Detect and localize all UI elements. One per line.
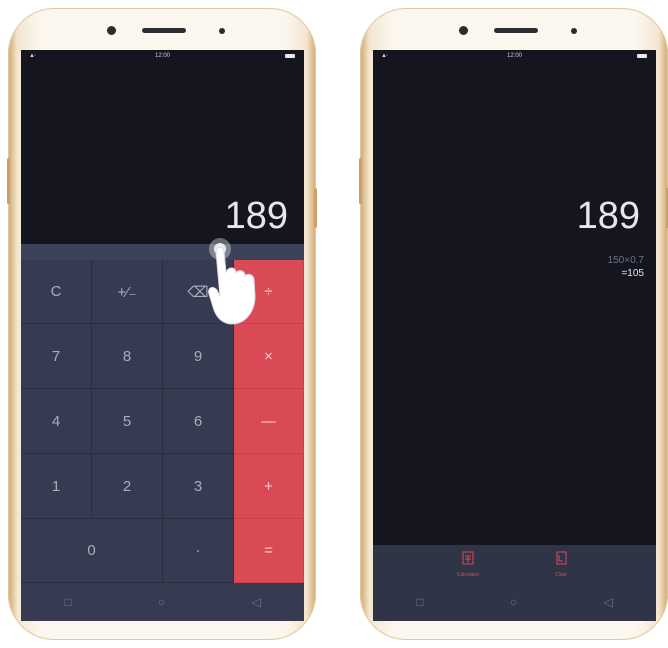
- plus-button[interactable]: +: [234, 454, 304, 519]
- earpiece-speaker: [142, 28, 186, 33]
- key-3[interactable]: 3: [163, 454, 234, 519]
- battery-icon: [285, 54, 295, 58]
- status-bar: ▲◦ 12:00: [21, 50, 304, 62]
- status-time: 12:00: [154, 53, 170, 59]
- key-2[interactable]: 2: [92, 454, 163, 519]
- plus-minus-button[interactable]: +⁄₋: [92, 260, 163, 324]
- front-camera: [107, 26, 116, 35]
- top-bezel: [360, 8, 668, 50]
- calculator-action-label: Calculator: [456, 572, 480, 578]
- volume-button: [7, 158, 10, 204]
- history-toolbar: Calculator Clear □ ○ ◁: [373, 545, 656, 621]
- back-icon[interactable]: ◁: [252, 595, 261, 609]
- volume-button: [359, 158, 362, 204]
- calculator-action[interactable]: Calculator: [443, 551, 493, 578]
- decimal-point-button[interactable]: ·: [163, 519, 234, 583]
- right-phone: ▲◦ 12:00 189 150×0.7 =105 Calculator Cle…: [359, 8, 668, 640]
- clear-button[interactable]: C: [21, 260, 92, 324]
- key-8[interactable]: 8: [92, 324, 163, 389]
- calculator-display: 189: [576, 195, 640, 237]
- multiply-button[interactable]: ×: [234, 324, 304, 389]
- calculator-display: 189: [224, 195, 288, 237]
- recent-apps-icon[interactable]: □: [416, 595, 423, 609]
- back-icon[interactable]: ◁: [604, 595, 613, 609]
- home-icon[interactable]: ○: [510, 595, 517, 609]
- clear-history-action[interactable]: Clear: [536, 551, 586, 578]
- battery-icon: [637, 54, 647, 58]
- key-5[interactable]: 5: [92, 389, 163, 454]
- key-6[interactable]: 6: [163, 389, 234, 454]
- tap-gesture-hand-icon: [208, 238, 256, 325]
- history-expression: 150×0.7: [607, 255, 644, 266]
- left-screen: ▲◦ 12:00 189 C +⁄₋ ⌫ ÷ 7 8 9 × 4 5 6 — 1…: [21, 50, 304, 621]
- calculator-icon: [462, 551, 474, 565]
- history-result: =105: [621, 268, 644, 279]
- clear-icon: [556, 551, 567, 565]
- equals-button[interactable]: =: [234, 519, 304, 583]
- home-icon[interactable]: ○: [158, 595, 165, 609]
- navigation-bar: □ ○ ◁: [21, 583, 304, 621]
- left-phone: ▲◦ 12:00 189 C +⁄₋ ⌫ ÷ 7 8 9 × 4 5 6 — 1…: [7, 8, 317, 640]
- recent-apps-icon[interactable]: □: [64, 595, 71, 609]
- action-bar: Calculator Clear: [373, 551, 656, 583]
- power-button: [314, 188, 317, 228]
- key-4[interactable]: 4: [21, 389, 92, 454]
- proximity-sensor: [571, 28, 577, 34]
- calculation-history: 150×0.7 =105: [608, 254, 644, 280]
- status-bar: ▲◦ 12:00: [373, 50, 656, 62]
- proximity-sensor: [219, 28, 225, 34]
- navigation-bar: □ ○ ◁: [373, 583, 656, 621]
- bottom-bezel: [8, 621, 316, 640]
- bottom-bezel: [360, 621, 668, 640]
- status-time: 12:00: [506, 53, 522, 59]
- key-1[interactable]: 1: [21, 454, 92, 519]
- earpiece-speaker: [494, 28, 538, 33]
- minus-button[interactable]: —: [234, 389, 304, 454]
- top-bezel: [8, 8, 316, 50]
- right-screen: ▲◦ 12:00 189 150×0.7 =105 Calculator Cle…: [373, 50, 656, 621]
- front-camera: [459, 26, 468, 35]
- key-7[interactable]: 7: [21, 324, 92, 389]
- key-0[interactable]: 0: [21, 519, 163, 583]
- clear-action-label: Clear: [555, 572, 567, 578]
- key-9[interactable]: 9: [163, 324, 234, 389]
